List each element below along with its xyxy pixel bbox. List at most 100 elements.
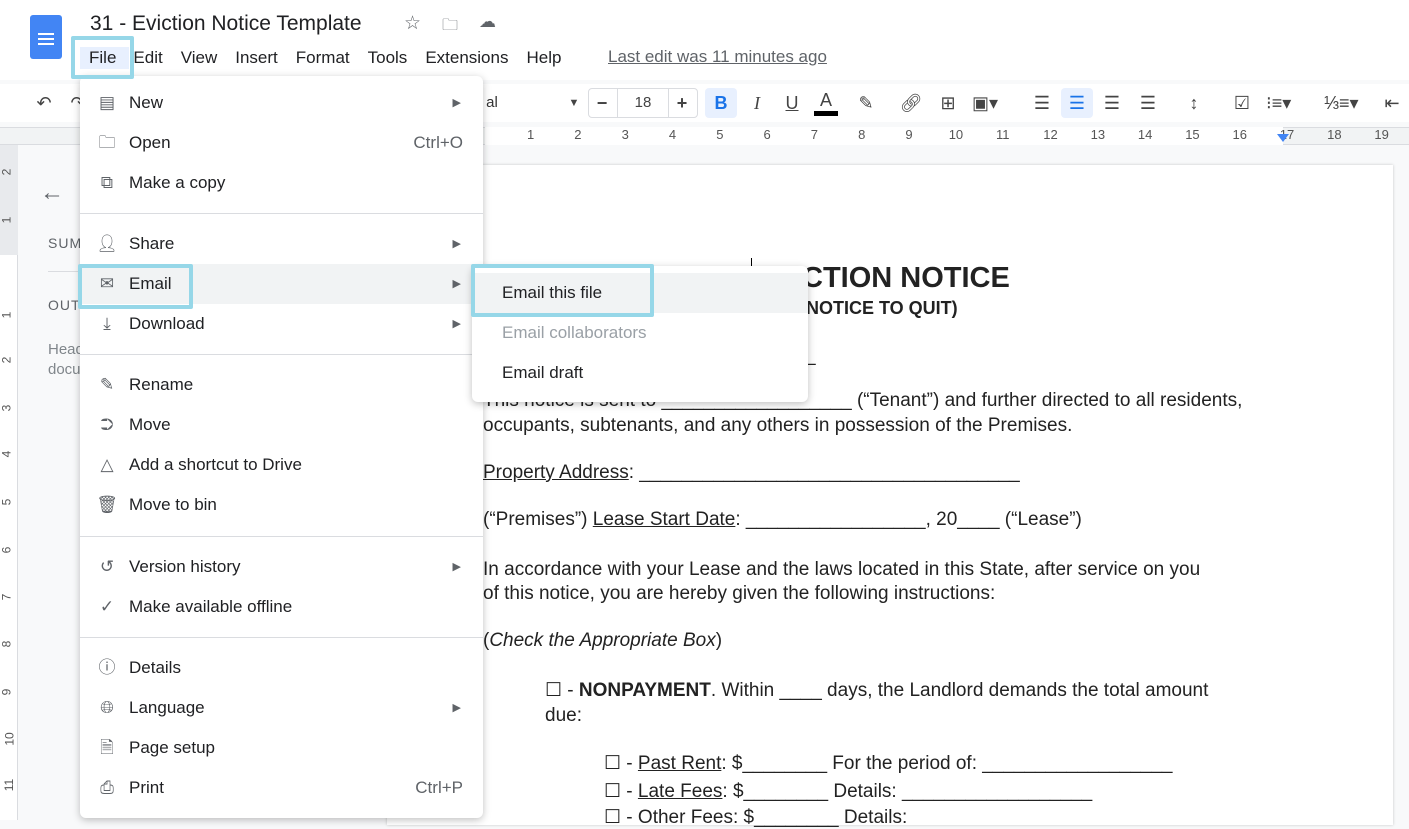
ruler-number: 15 bbox=[1185, 127, 1200, 142]
align-center-icon[interactable]: ☰ bbox=[1061, 88, 1093, 118]
menu-edit[interactable]: Edit bbox=[129, 47, 171, 69]
last-edit-link[interactable]: Last edit was 11 minutes ago bbox=[608, 47, 827, 67]
menu-item-download[interactable]: ⤓ Download ▶ bbox=[80, 304, 483, 344]
menu-item-share[interactable]: 👤︎ Share ▶ bbox=[80, 224, 483, 264]
menu-item-new[interactable]: ▤ New ▶ bbox=[80, 83, 483, 123]
align-right-icon[interactable]: ☰ bbox=[1100, 88, 1124, 118]
menu-item-print[interactable]: ⎙ Print Ctrl+P bbox=[80, 768, 483, 808]
text-color-icon[interactable]: A bbox=[814, 88, 838, 116]
vertical-ruler-number: 10 bbox=[2, 732, 17, 746]
ruler-number: 5 bbox=[716, 127, 724, 142]
menu-item-label: Make a copy bbox=[129, 173, 226, 192]
image-icon[interactable]: ▣▾ bbox=[972, 88, 998, 118]
menu-item-add-a-shortcut-to-drive[interactable]: △ Add a shortcut to Drive bbox=[80, 445, 483, 485]
bulleted-list-icon[interactable]: ⁝≡▾ bbox=[1266, 88, 1291, 118]
menu-item-label: Make available offline bbox=[129, 597, 293, 616]
docs-logo-icon[interactable] bbox=[30, 15, 62, 59]
doc-paragraph-1b: occupants, subtenants, and any others in… bbox=[483, 415, 1073, 436]
italic-icon[interactable]: I bbox=[745, 88, 769, 118]
vertical-ruler-number: 1 bbox=[0, 311, 14, 319]
menu-item-version-history[interactable]: ↺ Version history ▶ bbox=[80, 547, 483, 587]
menu-item-label: New bbox=[129, 93, 164, 112]
menu-format[interactable]: Format bbox=[287, 47, 359, 69]
submenu-arrow-icon: ▶ bbox=[452, 97, 461, 109]
menu-insert[interactable]: Insert bbox=[226, 47, 287, 69]
menu-item-label: Details bbox=[129, 658, 181, 677]
menu-help[interactable]: Help bbox=[517, 47, 570, 69]
undo-icon[interactable]: ↶ bbox=[32, 88, 56, 118]
menu-item-label: Add a shortcut to Drive bbox=[129, 455, 302, 474]
menu-view[interactable]: View bbox=[172, 47, 227, 69]
vertical-ruler-number: 5 bbox=[0, 498, 14, 506]
vertical-ruler-number: 2 bbox=[0, 168, 14, 176]
menu-item-email-draft[interactable]: Email draft bbox=[472, 353, 808, 393]
cloud-status-icon[interactable]: ☁ bbox=[479, 12, 496, 32]
menu-item-make-a-copy[interactable]: ⧉ Make a copy bbox=[80, 163, 483, 203]
offline-icon: ✓ bbox=[99, 597, 115, 616]
numbered-list-icon[interactable]: ⅓≡▾ bbox=[1324, 88, 1359, 118]
premises-text: (“Premises”) bbox=[483, 509, 593, 530]
page-setup-icon: 🗎 bbox=[100, 738, 114, 757]
decrease-indent-icon[interactable]: ⇤ bbox=[1380, 88, 1404, 118]
menu-item-open[interactable]: 🗀 Open Ctrl+O bbox=[80, 123, 483, 163]
doc-other-fees: ☐ - Other Fees: $________ Details: bbox=[604, 807, 908, 828]
property-blank: : ____________________________________ bbox=[628, 462, 1020, 483]
share-icon: 👤︎ bbox=[96, 234, 118, 253]
past-rent-text: : $________ For the period of: _________… bbox=[721, 753, 1173, 774]
menu-item-make-available-offline[interactable]: ✓ Make available offline bbox=[80, 587, 483, 627]
ruler-number: 18 bbox=[1327, 127, 1342, 142]
link-icon[interactable]: 🔗︎ bbox=[899, 88, 923, 118]
underline-icon[interactable]: U bbox=[780, 88, 804, 118]
font-dropdown-icon[interactable]: ▼ bbox=[562, 88, 586, 118]
bold-icon[interactable]: B bbox=[705, 88, 737, 118]
outline-heading: OUT bbox=[48, 297, 81, 313]
doc-nonpayment-due: due: bbox=[545, 705, 582, 726]
menu-divider bbox=[80, 213, 483, 214]
font-size-input[interactable]: 18 bbox=[617, 89, 669, 117]
lease-blank: : _________________, 20____ (“Lease”) bbox=[735, 509, 1082, 530]
info-icon: ⓘ bbox=[98, 658, 116, 677]
highlight-file-menu bbox=[71, 36, 134, 79]
menu-item-details[interactable]: ⓘ Details bbox=[80, 648, 483, 688]
font-select[interactable]: al bbox=[480, 88, 504, 118]
increase-font-size-button[interactable]: + bbox=[670, 88, 694, 118]
history-icon: ↺ bbox=[99, 557, 115, 576]
star-icon[interactable]: ☆ bbox=[404, 12, 421, 35]
ruler-number: 16 bbox=[1232, 127, 1247, 142]
align-left-icon[interactable]: ☰ bbox=[1030, 88, 1054, 118]
menu-item-label: Move bbox=[129, 415, 171, 434]
submenu-arrow-icon: ▶ bbox=[452, 318, 461, 330]
menu-item-move-to-bin[interactable]: 🗑︎ Move to bin bbox=[80, 485, 483, 525]
ruler-number: 19 bbox=[1374, 127, 1389, 142]
menu-item-move[interactable]: ⮊ Move bbox=[80, 405, 483, 445]
globe-icon: 🌐︎ bbox=[100, 698, 114, 717]
menu-item-language[interactable]: 🌐︎ Language ▶ bbox=[80, 688, 483, 728]
decrease-font-size-button[interactable]: − bbox=[590, 88, 614, 118]
back-arrow-icon[interactable]: ← bbox=[40, 179, 64, 207]
highlight-email-this-file bbox=[471, 264, 654, 317]
highlight-icon[interactable]: ✎ bbox=[854, 88, 878, 118]
menu-item-page-setup[interactable]: 🗎 Page setup bbox=[80, 728, 483, 768]
document-title[interactable]: 31 - Eviction Notice Template bbox=[90, 12, 362, 36]
checkbox-glyph: ☐ - bbox=[604, 781, 638, 802]
comment-icon[interactable]: ⊞ bbox=[936, 88, 960, 118]
menu-divider bbox=[80, 536, 483, 537]
line-spacing-icon[interactable]: ↕ bbox=[1182, 88, 1206, 118]
property-label: Property Address bbox=[483, 462, 629, 483]
checklist-icon[interactable]: ☑ bbox=[1230, 88, 1254, 118]
doc-lease-line: (“Premises”) Lease Start Date: _________… bbox=[483, 509, 1082, 531]
doc-property-address: Property Address: ______________________… bbox=[483, 462, 1020, 484]
ruler-number: 13 bbox=[1090, 127, 1106, 142]
menu-tools[interactable]: Tools bbox=[359, 47, 417, 69]
menu-item-label: Download bbox=[129, 314, 205, 333]
drive-shortcut-icon: △ bbox=[100, 455, 114, 474]
vertical-ruler-number: 2 bbox=[0, 356, 14, 364]
menu-item-label: Rename bbox=[129, 375, 194, 394]
menu-item-rename[interactable]: ✎ Rename bbox=[80, 365, 483, 405]
menu-extensions[interactable]: Extensions bbox=[416, 47, 517, 69]
justify-icon[interactable]: ☰ bbox=[1136, 88, 1160, 118]
move-folder-icon[interactable]: 🗀 bbox=[442, 14, 458, 41]
nonpayment-text: . Within ____ days, the Landlord demands… bbox=[710, 680, 1209, 701]
right-indent-marker-icon[interactable] bbox=[1277, 134, 1289, 142]
vertical-ruler-number: 4 bbox=[0, 450, 14, 458]
